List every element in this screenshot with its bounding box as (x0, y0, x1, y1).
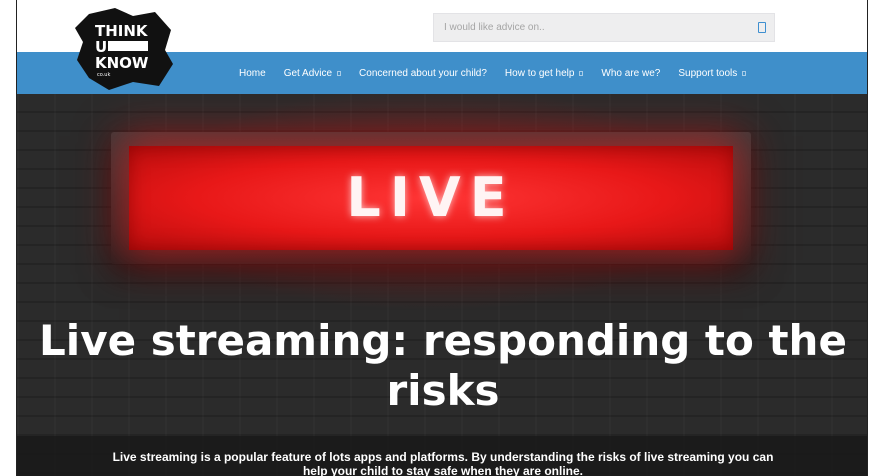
live-sign-text: LIVE (346, 166, 516, 229)
search-input[interactable] (444, 14, 744, 41)
dropdown-icon (579, 70, 584, 76)
hero-banner: LIVE Live streaming: responding to the r… (17, 94, 867, 476)
nav-label: Support tools (678, 67, 738, 79)
nav-item-get-advice[interactable]: Get Advice (283, 67, 342, 79)
nav-item-home[interactable]: Home (239, 68, 266, 79)
logo-bar (108, 41, 148, 51)
thinkuknow-logo[interactable]: THINK U KNOW co.uk (75, 6, 173, 90)
live-sign: LIVE (111, 132, 751, 264)
nav-label: Who are we? (601, 67, 661, 79)
nav-item-who-are-we[interactable]: Who are we? (601, 68, 660, 79)
nav-item-how-to-get-help[interactable]: How to get help (505, 68, 584, 79)
nav-label: How to get help (504, 67, 575, 79)
dropdown-icon (337, 70, 342, 76)
nav-item-support-tools[interactable]: Support tools (678, 67, 747, 79)
page: THINK U KNOW co.uk Home Get Advice Conce… (16, 0, 868, 476)
page-title: Live streaming: responding to the risks (39, 316, 847, 415)
nav-label: Home (239, 67, 266, 79)
dropdown-icon (742, 70, 747, 76)
search-box[interactable] (433, 13, 775, 42)
nav-label: Get Advice (283, 67, 333, 79)
logo-line-know: KNOW (95, 54, 149, 72)
search-icon[interactable] (758, 22, 766, 33)
nav-label: Concerned about your child? (359, 67, 487, 79)
nav-item-concerned[interactable]: Concerned about your child? (359, 68, 487, 79)
live-sign-panel: LIVE (129, 146, 733, 250)
nav-list: Home Get Advice Concerned about your chi… (239, 52, 747, 94)
logo-domain: co.uk (97, 72, 110, 78)
intro-text: Live streaming is a popular feature of l… (112, 450, 774, 476)
